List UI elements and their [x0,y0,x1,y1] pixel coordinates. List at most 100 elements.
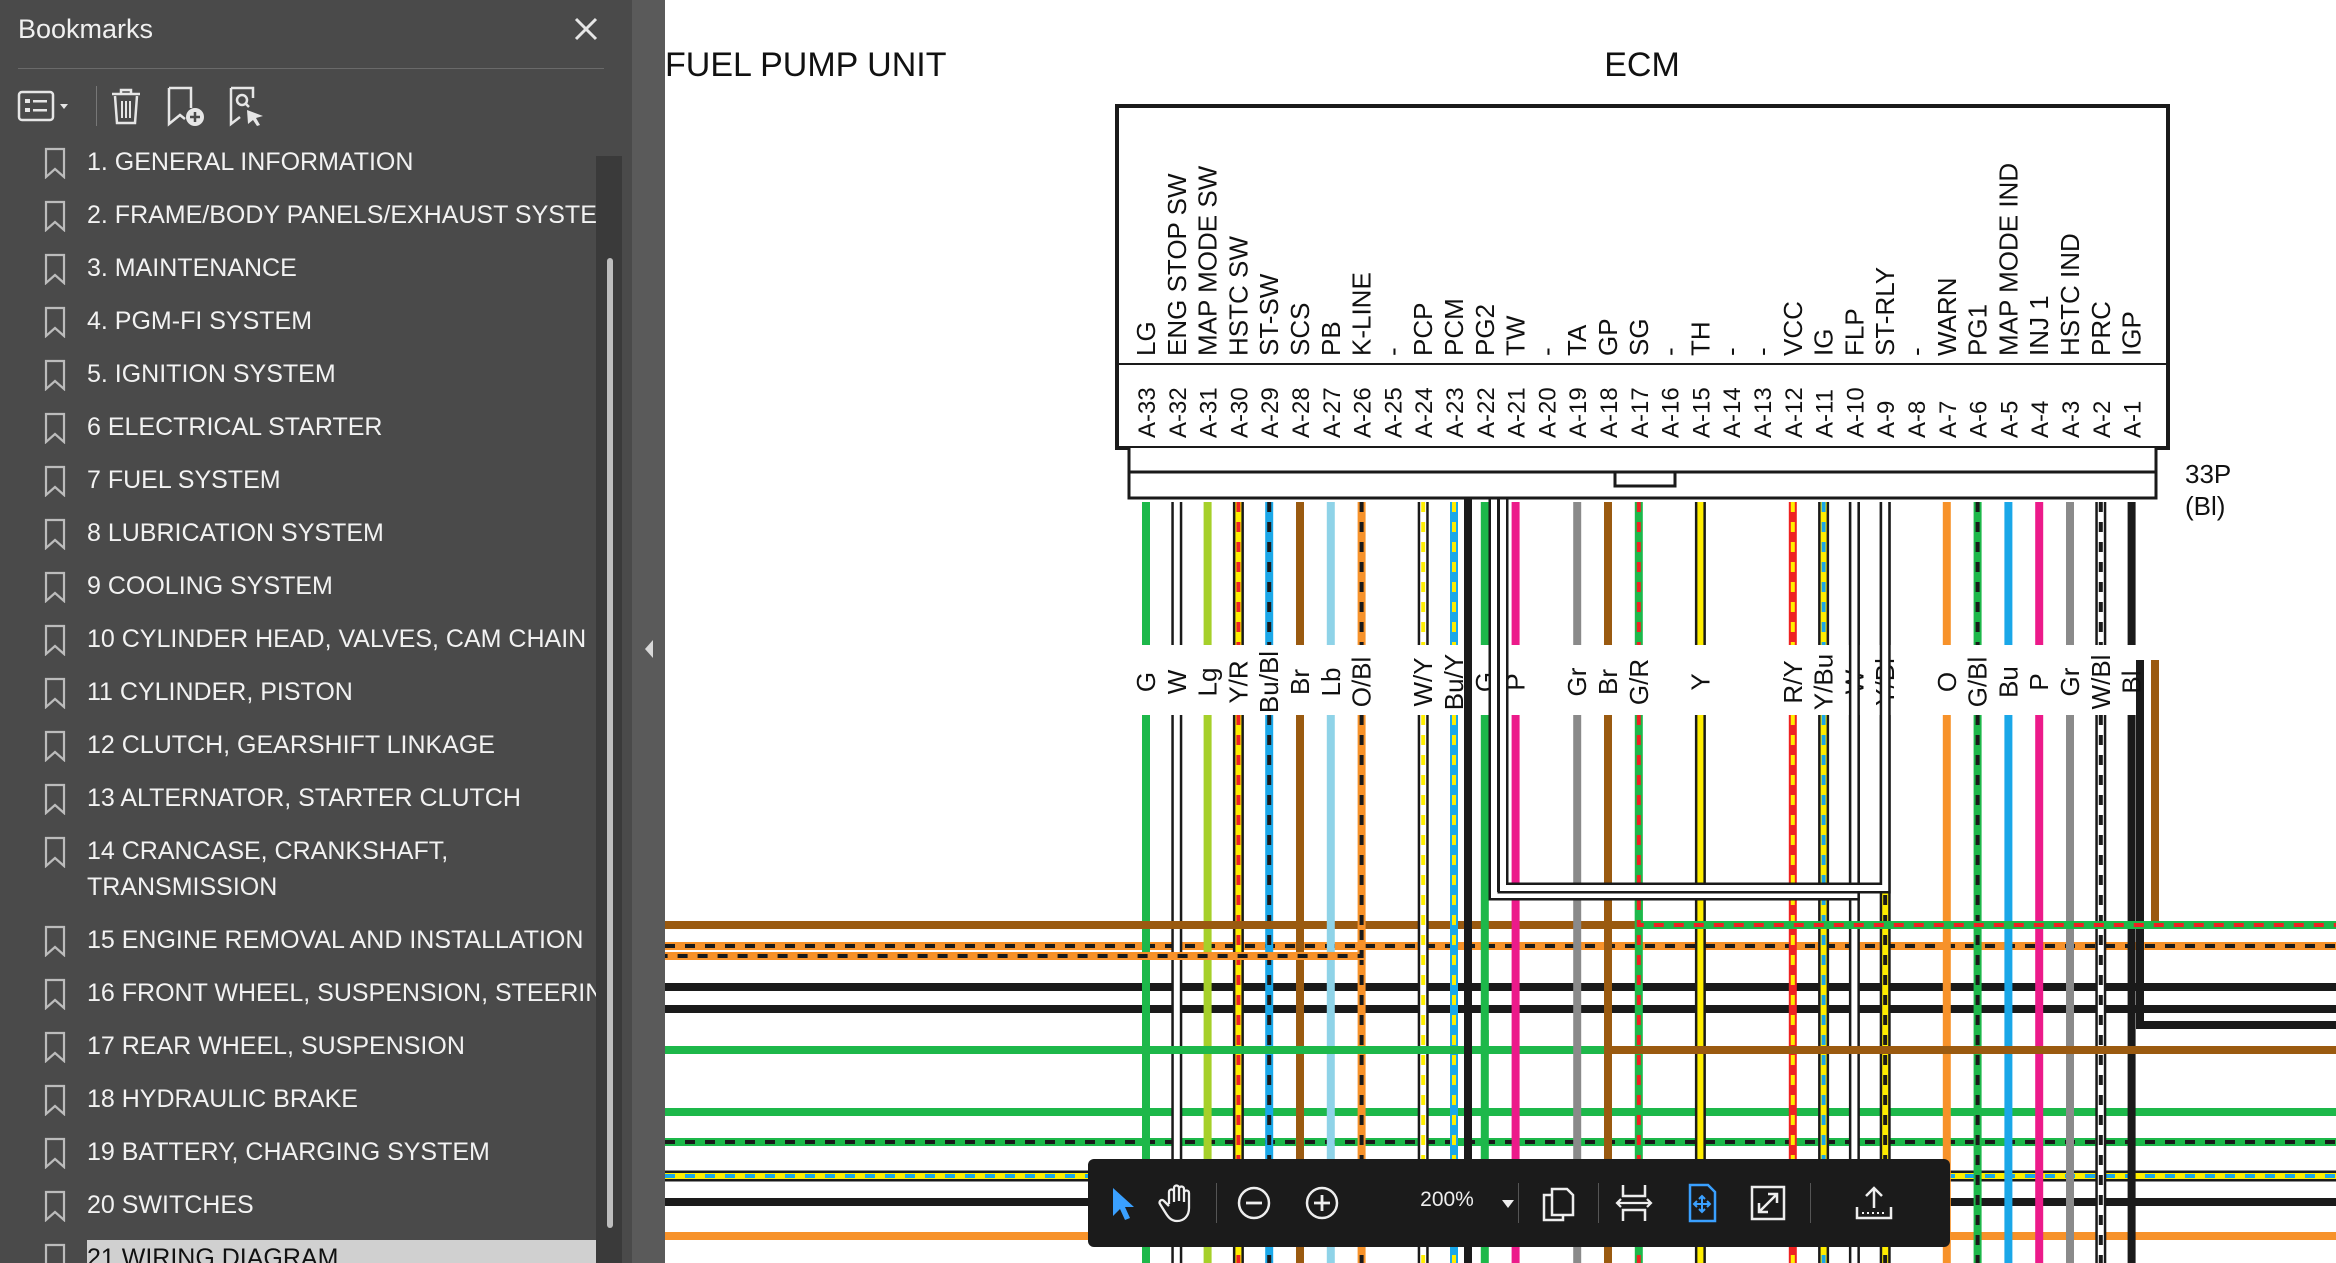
bookmark-item[interactable]: 11 CYLINDER, PISTON [0,674,596,718]
wire-color-label: Br [1285,669,1315,695]
wire-color-label: Bl [2117,670,2147,693]
bookmark-item[interactable]: 17 REAR WHEEL, SUSPENSION [0,1028,596,1072]
bookmark-label: 5. IGNITION SYSTEM [87,360,336,388]
bookmark-item[interactable]: 10 CYLINDER HEAD, VALVES, CAM CHAIN [0,621,596,665]
zoom-dropdown-icon[interactable] [1500,1196,1516,1214]
share-button[interactable] [1848,1177,1900,1229]
bookmark-label: 15 ENGINE REMOVAL AND INSTALLATION [87,926,584,954]
bookmark-label: 14 CRANCASE, CRANKSHAFT, [87,837,449,865]
pin-function: HSTC IND [2055,233,2085,356]
bookmark-label: 3. MAINTENANCE [87,254,297,282]
bookmark-item[interactable]: 6 ELECTRICAL STARTER [0,409,596,453]
close-icon[interactable] [568,14,604,50]
bookmark-icon [44,783,66,820]
bookmark-item[interactable]: 18 HYDRAULIC BRAKE [0,1081,596,1125]
bookmark-label: 16 FRONT WHEEL, SUSPENSION, STEERING [87,979,623,1007]
wire-core [2151,660,2336,929]
collapse-panel-icon[interactable] [640,634,658,664]
bookmark-item[interactable]: 2. FRAME/BODY PANELS/EXHAUST SYSTEM [0,197,618,241]
find-bookmark-button[interactable] [222,82,272,130]
pin-number: A-10 [1842,387,1869,438]
bookmark-item[interactable]: 15 ENGINE REMOVAL AND INSTALLATION [0,922,596,966]
bookmark-label: 8 LUBRICATION SYSTEM [87,519,384,547]
wire-color-label: P [2024,673,2054,690]
pin-number: A-19 [1565,387,1592,438]
wire-color-label: W [1162,669,1192,694]
bookmark-icon [44,518,66,551]
bookmark-icon [44,253,66,290]
delete-bookmark-button[interactable] [104,82,148,130]
pin-number: A-17 [1627,387,1654,438]
wire-color-label: R/Y [1778,660,1808,703]
page-view-button[interactable] [1532,1177,1584,1229]
bookmark-item[interactable]: 1. GENERAL INFORMATION [0,144,596,188]
zoom-out-button[interactable] [1228,1177,1280,1229]
zoom-level[interactable]: 200% [1412,1188,1482,1212]
bookmark-item[interactable]: 3. MAINTENANCE [0,250,596,294]
bookmark-icon [44,359,66,396]
bookmark-label: 4. PGM-FI SYSTEM [87,307,313,335]
panel-splitter[interactable] [632,0,665,1263]
pin-function: PG1 [1963,304,1993,356]
full-screen-button[interactable] [1742,1177,1794,1229]
document-view: G W Lg Y/R Bu/Bl Br Lb O/Bl W/Y Bu/Y G P Gr Br G/R Y R/Y… [665,0,2336,1263]
floating-toolbar [1088,1159,1950,1247]
bookmark-item[interactable]: 12 CLUTCH, GEARSHIFT LINKAGE [0,727,596,771]
pin-function: VCC [1778,301,1808,356]
zoom-in-icon [1305,1186,1339,1220]
bookmark-item[interactable]: 13 ALTERNATOR, STARTER CLUTCH [0,780,596,824]
bookmark-icon [44,836,66,873]
add-bookmark-button[interactable] [160,82,210,130]
pin-number: A-13 [1750,387,1777,438]
bookmark-item[interactable]: 4. PGM-FI SYSTEM [0,303,596,347]
bookmark-item[interactable]: 20 SWITCHES [0,1187,596,1231]
bookmark-icon [44,359,66,392]
bookmark-label: 17 REAR WHEEL, SUSPENSION [87,1032,465,1060]
bookmark-icon [44,412,66,445]
bookmark-icon [44,200,66,237]
select-tool-button[interactable] [1096,1177,1148,1229]
wire-color-label: Lg [1193,668,1223,697]
bookmark-label: 11 CYLINDER, PISTON [87,678,353,706]
bookmark-icon [44,783,66,816]
pin-function: WARN [1932,278,1962,356]
scrollbar-thumb[interactable] [607,258,613,1228]
bookmark-options-button[interactable] [16,82,76,130]
pin-function: SCS [1285,303,1315,356]
bookmark-item[interactable]: 14 CRANCASE, CRANKSHAFT, TRANSMISSION [0,833,596,913]
hand-tool-button[interactable] [1152,1177,1204,1229]
bookmark-item[interactable]: 8 LUBRICATION SYSTEM [0,515,596,559]
fit-page-icon [1688,1183,1717,1223]
fit-page-button[interactable] [1676,1177,1728,1229]
bookmark-item[interactable]: 21 WIRING DIAGRAM [44,1240,596,1263]
bookmark-label: 12 CLUTCH, GEARSHIFT LINKAGE [87,731,495,759]
pages-icon [1542,1187,1575,1222]
ecm-unit: ECM 33P(Bl) A-33 LG A-32 ENG STOP SW A-31 MAP M… [1115,46,2231,521]
wire-core [1634,900,2336,929]
bookmark-label: 19 BATTERY, CHARGING SYSTEM [87,1138,490,1166]
bookmark-item[interactable]: 7 FUEL SYSTEM [0,462,596,506]
pin-number: A-25 [1380,387,1407,438]
pin-function: TW [1501,315,1531,356]
zoom-in-button[interactable] [1296,1177,1348,1229]
bookmark-icon [44,925,66,962]
pin-function: PRC [2086,301,2116,356]
bookmark-item[interactable]: 9 COOLING SYSTEM [0,568,596,612]
bookmark-icon [44,465,66,502]
bookmark-icon [44,677,66,714]
list-options-icon [17,90,68,122]
fit-width-button[interactable] [1608,1177,1660,1229]
bookmark-icon [44,306,66,339]
ecm-title: ECM [1604,46,1680,84]
bookmark-item[interactable]: 5. IGNITION SYSTEM [0,356,596,400]
bookmark-item[interactable]: 16 FRONT WHEEL, SUSPENSION, STEERING [0,975,623,1019]
wire-color-label: Gr [1562,667,1592,696]
pin-function: MAP MODE IND [1993,163,2023,356]
pin-function: INJ 1 [2024,295,2054,356]
wire [2151,660,2336,929]
pin-function: - [1655,347,1685,356]
fuel-pump-title: FUEL PUMP UNIT [665,46,946,84]
pin-function: HSTC SW [1223,236,1253,356]
bookmark-item[interactable]: 19 BATTERY, CHARGING SYSTEM [0,1134,596,1178]
bookmark-icon [44,465,66,498]
